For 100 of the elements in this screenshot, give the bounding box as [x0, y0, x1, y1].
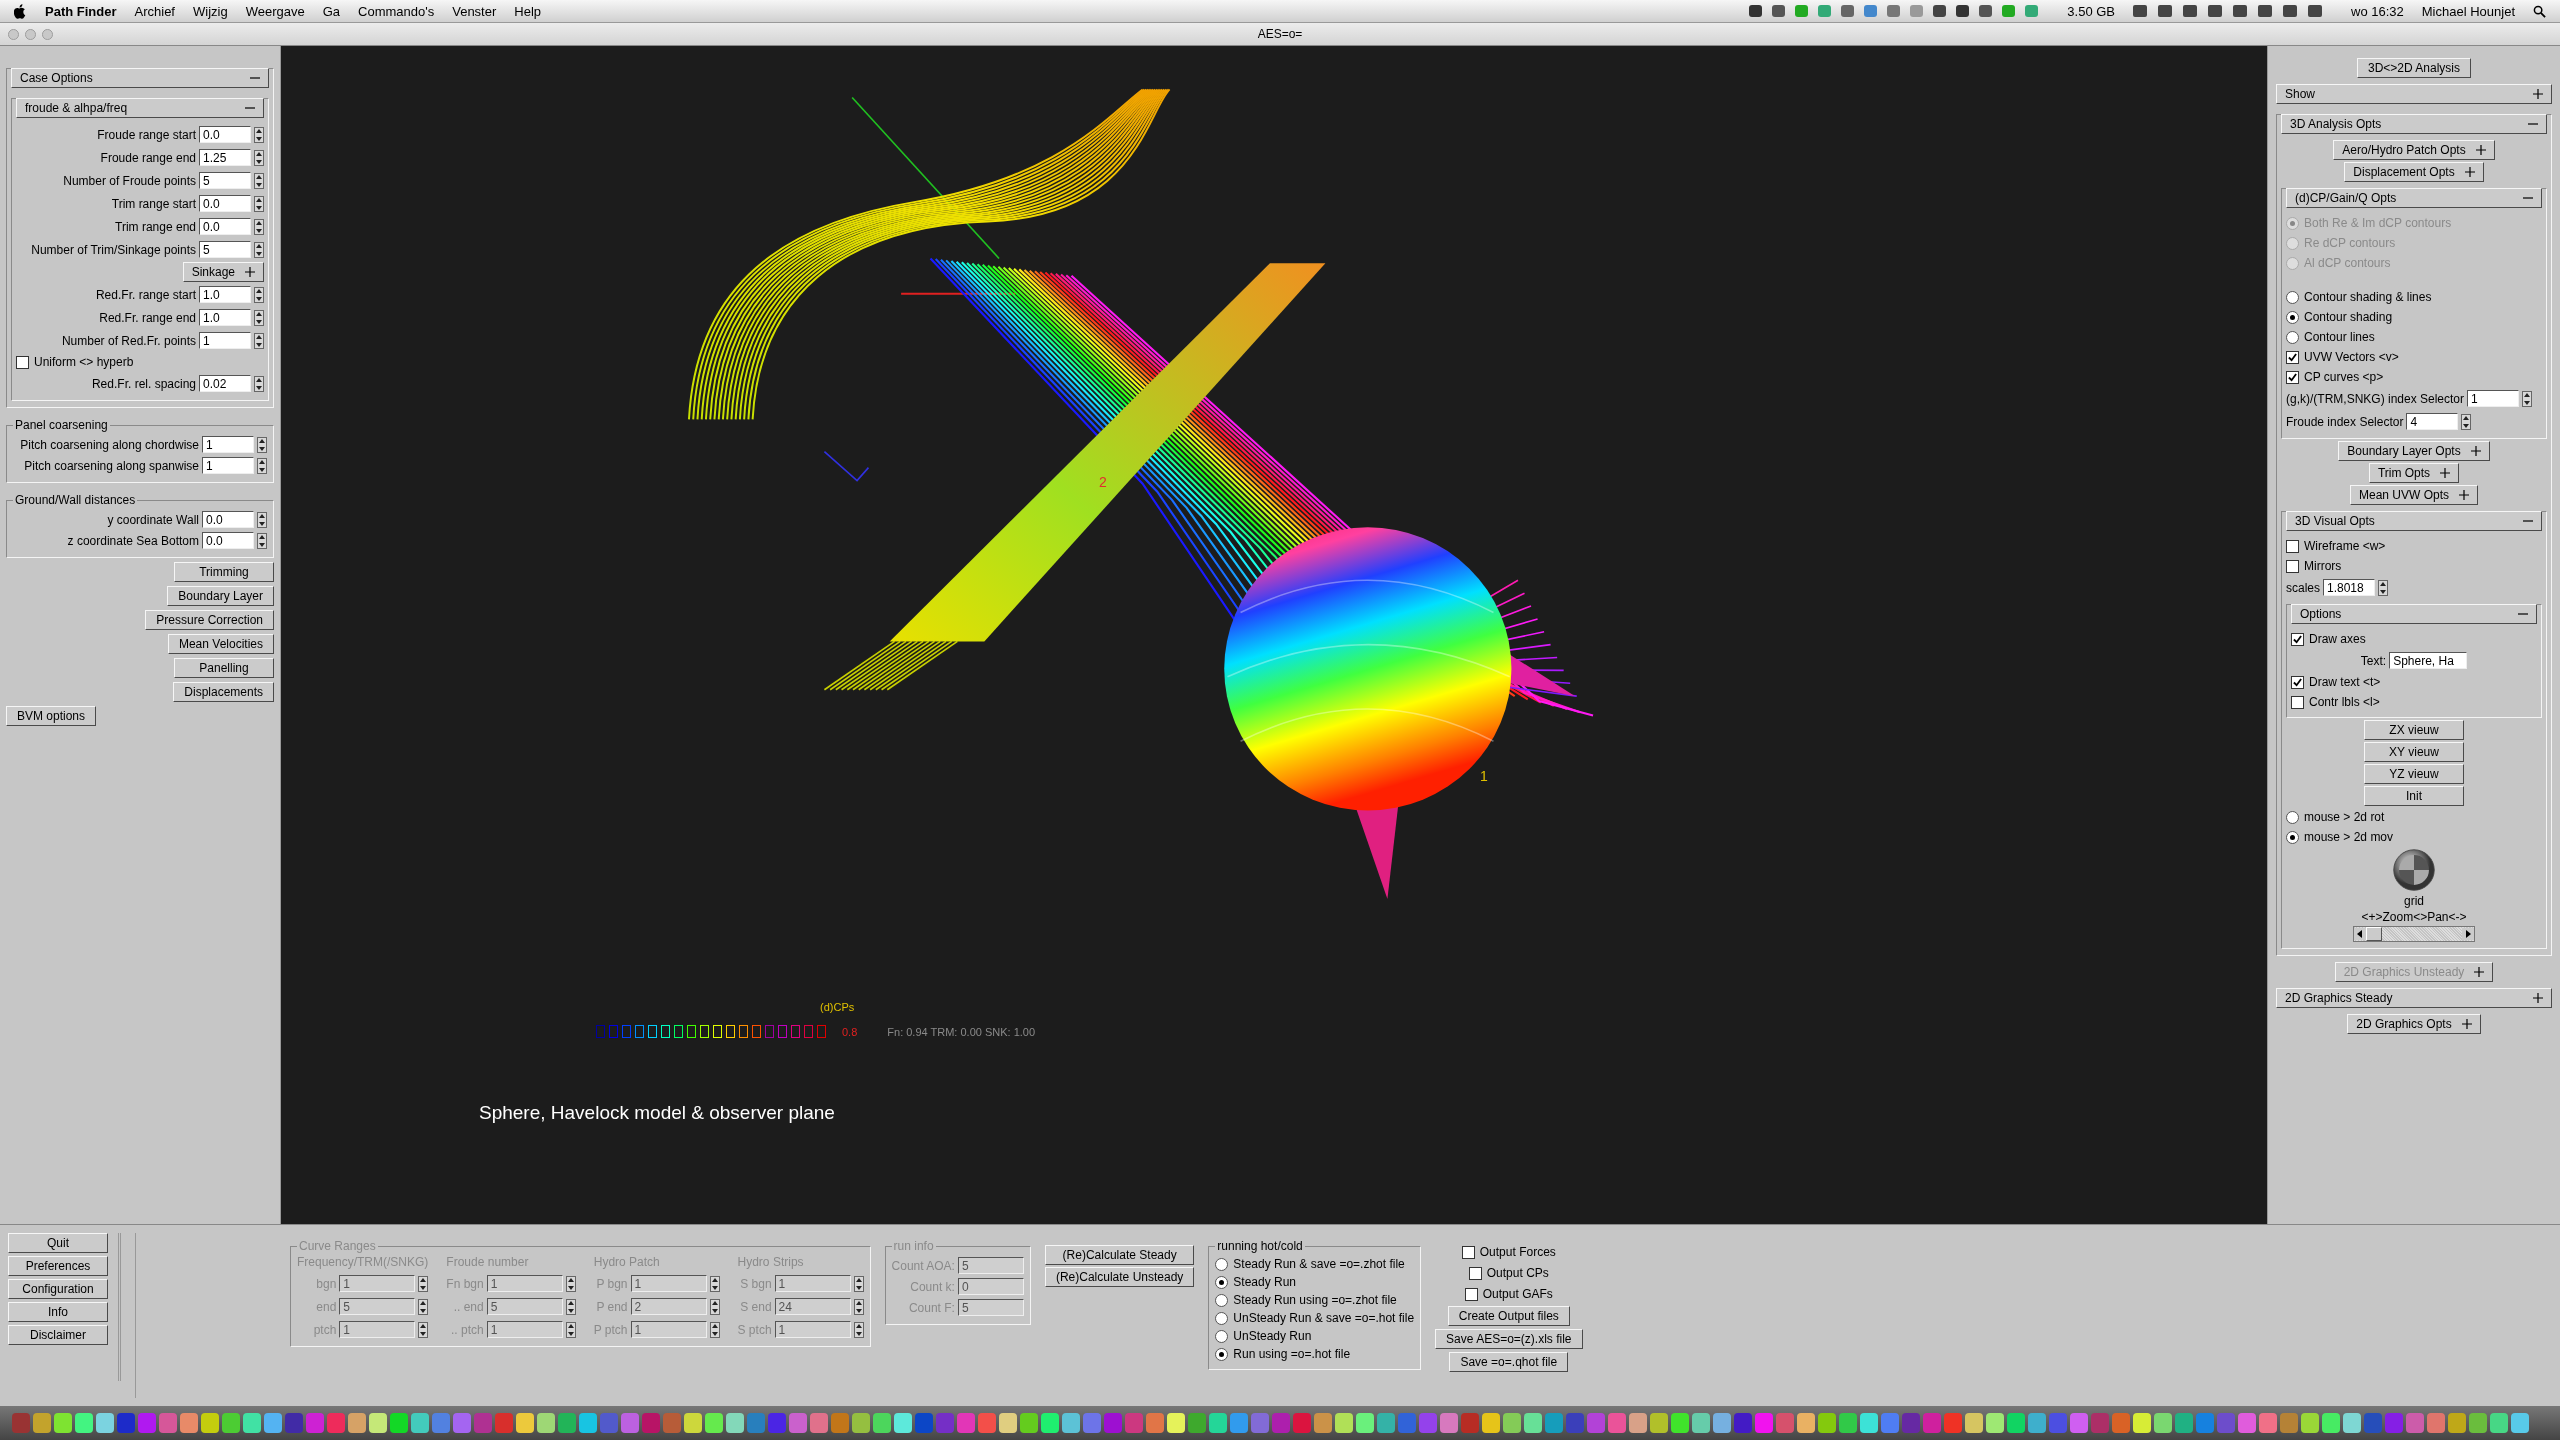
scrollbar-thumb[interactable]	[2366, 927, 2382, 941]
action-button[interactable]: YZ vieuw	[2364, 764, 2464, 784]
section-toggle[interactable]: 3D Visual Opts	[2286, 511, 2542, 531]
section-toggle[interactable]: (d)CP/Gain/Q Opts	[2286, 188, 2542, 208]
action-button[interactable]: Quit	[8, 1233, 108, 1253]
input-field[interactable]: 1	[202, 436, 254, 453]
menu-item[interactable]: Commando's	[358, 3, 435, 19]
radio-button[interactable]	[1215, 1275, 1229, 1289]
menu-item[interactable]: Wijzig	[193, 3, 228, 19]
radio-button[interactable]	[2286, 830, 2299, 844]
checkbox[interactable]	[1461, 1245, 1475, 1259]
action-button[interactable]: XY vieuw	[2364, 742, 2464, 762]
radio-button[interactable]	[1215, 1293, 1229, 1307]
section-toggle[interactable]: Case Options	[11, 68, 269, 88]
action-button[interactable]: Preferences	[8, 1256, 108, 1276]
spinner-icon[interactable]	[254, 309, 264, 326]
action-button[interactable]: Create Output files	[1447, 1306, 1570, 1326]
input-field[interactable]: 0.0	[199, 126, 251, 143]
spinner-icon[interactable]	[254, 375, 264, 392]
section-toggle[interactable]: Sinkage	[182, 262, 264, 282]
menu-item[interactable]: Venster	[452, 3, 497, 19]
checkbox[interactable]	[16, 355, 29, 369]
checkbox[interactable]	[2286, 350, 2299, 364]
section-toggle[interactable]: Displacement Opts	[2344, 162, 2484, 182]
radio-button[interactable]	[1215, 1257, 1229, 1271]
scrollbar[interactable]	[2353, 926, 2475, 942]
input-field[interactable]: 0.0	[199, 195, 251, 212]
spinner-icon[interactable]	[254, 126, 264, 143]
input-field[interactable]: 5	[199, 172, 251, 189]
menu-item[interactable]: Path Finder	[45, 3, 117, 19]
action-button[interactable]: Info	[8, 1302, 108, 1322]
input-field[interactable]: 1	[2467, 390, 2520, 407]
input-field[interactable]: 0.02	[199, 375, 251, 392]
radio-button[interactable]	[2286, 290, 2299, 304]
action-button[interactable]: BVM options	[6, 706, 97, 726]
action-button[interactable]: Trimming	[174, 562, 274, 582]
spinner-icon[interactable]	[2461, 413, 2472, 430]
section-toggle[interactable]: 3D Analysis Opts	[2281, 114, 2547, 134]
menu-item[interactable]: Archief	[134, 3, 175, 19]
action-button[interactable]: Panelling	[174, 658, 274, 678]
user-name[interactable]: Michael Hounjet	[2421, 3, 2515, 19]
spinner-icon[interactable]	[257, 457, 267, 474]
input-field[interactable]: 1.0	[199, 309, 251, 326]
input-field[interactable]: 0.0	[199, 218, 251, 235]
section-toggle[interactable]: 2D Graphics Opts	[2347, 1014, 2481, 1034]
action-button[interactable]: Disclaimer	[8, 1325, 108, 1345]
action-button[interactable]: Save AES=o=(z).xls file	[1435, 1329, 1583, 1349]
spinner-icon[interactable]	[254, 218, 264, 235]
action-button[interactable]: Boundary Layer	[167, 586, 274, 606]
input-field[interactable]: 1.8018	[2323, 579, 2375, 596]
search-icon[interactable]	[2533, 4, 2546, 18]
spinner-icon[interactable]	[254, 172, 264, 189]
checkbox[interactable]	[2291, 632, 2304, 646]
action-button[interactable]: 3D<>2D Analysis	[2356, 58, 2472, 78]
spinner-icon[interactable]	[257, 532, 267, 549]
section-toggle[interactable]: Aero/Hydro Patch Opts	[2333, 140, 2495, 160]
input-field[interactable]: 1	[202, 457, 254, 474]
checkbox[interactable]	[1468, 1266, 1482, 1280]
section-toggle[interactable]: Options	[2291, 604, 2537, 624]
input-field[interactable]: 5	[199, 241, 251, 258]
section-toggle[interactable]: Mean UVW Opts	[2350, 485, 2478, 505]
radio-button[interactable]	[2286, 330, 2299, 344]
section-toggle[interactable]: Show	[2276, 84, 2552, 104]
action-button[interactable]: (Re)Calculate Steady	[1044, 1245, 1195, 1265]
spinner-icon[interactable]	[254, 241, 264, 258]
section-toggle[interactable]: froude & alhpa/freq	[16, 98, 264, 118]
checkbox[interactable]	[2291, 695, 2304, 709]
action-button[interactable]: Configuration	[8, 1279, 108, 1299]
spinner-icon[interactable]	[254, 332, 264, 349]
radio-button[interactable]	[1215, 1311, 1229, 1325]
menu-item[interactable]: Weergave	[245, 3, 305, 19]
section-toggle[interactable]: Boundary Layer Opts	[2338, 441, 2490, 461]
spinner-icon[interactable]	[257, 436, 267, 453]
checkbox[interactable]	[1464, 1287, 1478, 1301]
checkbox[interactable]	[2286, 539, 2299, 553]
input-field[interactable]: 0.0	[202, 532, 254, 549]
action-button[interactable]: ZX vieuw	[2364, 720, 2464, 740]
checkbox[interactable]	[2291, 675, 2304, 689]
spinner-icon[interactable]	[254, 195, 264, 212]
checkbox[interactable]	[2286, 370, 2299, 384]
action-button[interactable]: Pressure Correction	[145, 610, 274, 630]
action-button[interactable]: Save =o=.qhot file	[1449, 1352, 1569, 1372]
menu-clock[interactable]: wo 16:32	[2351, 3, 2404, 19]
radio-button[interactable]	[2286, 810, 2299, 824]
radio-button[interactable]	[1215, 1329, 1229, 1343]
action-button[interactable]: (Re)Calculate Unsteady	[1044, 1267, 1195, 1287]
section-toggle[interactable]: 2D Graphics Steady	[2276, 988, 2552, 1008]
input-field[interactable]: 0.0	[202, 511, 254, 528]
trackball-icon[interactable]	[2392, 848, 2436, 892]
input-field[interactable]: 4	[2406, 413, 2459, 430]
action-button[interactable]: Mean Velocities	[167, 634, 274, 654]
action-button[interactable]: Displacements	[173, 682, 274, 702]
menu-item[interactable]: Help	[514, 3, 542, 19]
apple-logo-icon[interactable]	[14, 3, 27, 19]
section-toggle[interactable]: Trim Opts	[2368, 463, 2460, 483]
radio-button[interactable]	[1215, 1347, 1229, 1361]
input-field[interactable]: Sphere, Ha	[2389, 652, 2468, 669]
action-button[interactable]: Init	[2364, 786, 2464, 806]
spinner-icon[interactable]	[2522, 390, 2533, 407]
spinner-icon[interactable]	[254, 286, 264, 303]
